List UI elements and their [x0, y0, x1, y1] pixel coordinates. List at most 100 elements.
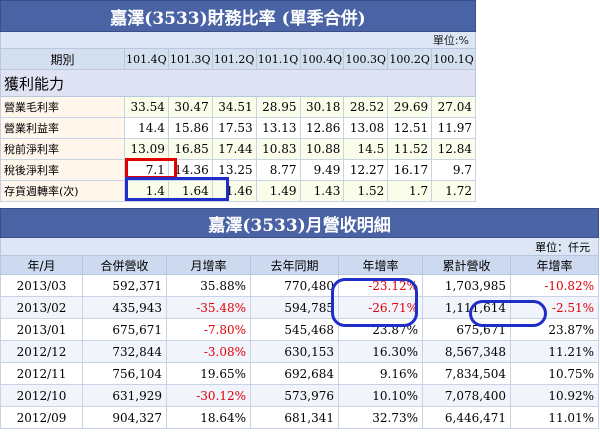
revenue-value: 732,844	[82, 340, 167, 363]
revenue-value: 7,078,400	[422, 384, 511, 407]
ratio-value: 11.52	[387, 138, 433, 160]
ratio-value: 13.08	[343, 117, 389, 139]
column-header: 年增率	[509, 255, 600, 275]
revenue-value: 1,703,985	[422, 274, 511, 297]
ratio-value: 1.52	[343, 180, 389, 202]
month-cell: 2012/11	[0, 362, 83, 385]
revenue-value: 594,785	[250, 296, 339, 319]
period-header: 100.3Q	[343, 48, 389, 70]
revenue-value: 11.21%	[509, 340, 600, 363]
column-header: 去年同期	[250, 255, 339, 275]
revenue-value: 10.10%	[338, 384, 423, 407]
section-heading: 獲利能力	[0, 69, 476, 97]
ratio-value: 1.72	[431, 180, 476, 202]
revenue-value: 692,684	[250, 362, 339, 385]
revenue-value: 6,446,471	[422, 406, 511, 429]
revenue-header-row: 年/月 合併營收 月增率 去年同期 年增率 累計營收 年增率	[0, 255, 600, 275]
ratio-value: 17.53	[211, 117, 257, 139]
period-header: 101.2Q	[211, 48, 257, 70]
period-header: 100.2Q	[387, 48, 433, 70]
highlight-oval-yoy	[331, 278, 418, 327]
ratio-value: 11.97	[431, 117, 476, 139]
ratio-value: 27.04	[431, 96, 476, 118]
month-cell: 2013/03	[0, 274, 83, 297]
period-header: 100.1Q	[431, 48, 476, 70]
revenue-value: 10.75%	[509, 362, 600, 385]
ratio-value: 33.54	[124, 96, 169, 118]
ratio-row-label: 稅後淨利率	[0, 159, 125, 181]
ratio-row: 稅後淨利率 7.1 14.36 13.25 8.77 9.49 12.27 16.17 9.7	[0, 159, 476, 181]
revenue-value: 675,671	[82, 318, 167, 341]
revenue-value: -35.48%	[166, 296, 251, 319]
revenue-value: 35.88%	[166, 274, 251, 297]
revenue-value: -30.12%	[166, 384, 251, 407]
revenue-value: 631,929	[82, 384, 167, 407]
revenue-value: 545,468	[250, 318, 339, 341]
ratio-value: 13.13	[255, 117, 301, 139]
period-header: 101.1Q	[255, 48, 301, 70]
ratio-value: 1.7	[387, 180, 433, 202]
revenue-value: 8,567,348	[422, 340, 511, 363]
revenue-value: 7,834,504	[422, 362, 511, 385]
revenue-value: -7.80%	[166, 318, 251, 341]
month-cell: 2013/01	[0, 318, 83, 341]
ratio-value: 14.4	[124, 117, 169, 139]
revenue-value: 18.64%	[166, 406, 251, 429]
revenue-value: 11.01%	[509, 406, 600, 429]
revenue-row: 2012/09 904,327 18.64% 681,341 32.73% 6,446,4…	[0, 406, 600, 429]
financial-ratio-table: 嘉澤(3533)財務比率 (單季合併) 單位:% 期別 101.4Q 101.3…	[0, 0, 476, 202]
ratio-value: 10.83	[255, 138, 301, 160]
revenue-value: 16.30%	[338, 340, 423, 363]
ratio-value: 12.27	[343, 159, 389, 181]
month-cell: 2012/09	[0, 406, 83, 429]
month-cell: 2013/02	[0, 296, 83, 319]
revenue-row: 2012/10 631,929 -30.12% 573,976 10.10% 7,078,…	[0, 384, 600, 407]
revenue-unit-label: 單位：仟元	[0, 237, 600, 256]
revenue-value: -3.08%	[166, 340, 251, 363]
month-cell: 2012/12	[0, 340, 83, 363]
period-header: 101.3Q	[167, 48, 213, 70]
ratio-value: 13.09	[124, 138, 169, 160]
ratio-row: 存貨週轉率(次) 1.4 1.64 1.46 1.49 1.43 1.52 1.7 1.72	[0, 180, 476, 202]
ratio-row-label: 稅前淨利率	[0, 138, 125, 160]
ratio-value: 34.51	[211, 96, 257, 118]
period-header: 101.4Q	[124, 48, 169, 70]
ratio-value: 1.43	[299, 180, 345, 202]
ratio-value: 16.17	[387, 159, 433, 181]
column-header: 月增率	[166, 255, 251, 275]
ratio-value: 8.77	[255, 159, 301, 181]
revenue-value: 10.92%	[509, 384, 600, 407]
ratio-value: 12.84	[431, 138, 476, 160]
ratio-value: 29.69	[387, 96, 433, 118]
ratio-value: 9.49	[299, 159, 345, 181]
period-header: 100.4Q	[299, 48, 345, 70]
revenue-value: 681,341	[250, 406, 339, 429]
ratio-value: 17.44	[211, 138, 257, 160]
highlight-box-blue	[125, 177, 229, 201]
ratio-table-title: 嘉澤(3533)財務比率 (單季合併)	[0, 0, 476, 32]
ratio-value: 1.49	[255, 180, 301, 202]
revenue-value: 435,943	[82, 296, 167, 319]
ratio-row: 營業利益率 14.4 15.86 17.53 13.13 12.86 13.08 12.51 1…	[0, 117, 476, 139]
ratio-row-label: 存貨週轉率(次)	[0, 180, 125, 202]
revenue-table-title: 嘉澤(3533)月營收明細	[0, 208, 600, 238]
ratio-value: 12.86	[299, 117, 345, 139]
ratio-value: 30.18	[299, 96, 345, 118]
column-header: 合併營收	[82, 255, 167, 275]
ratio-value: 30.47	[167, 96, 213, 118]
ratio-value: 9.7	[431, 159, 476, 181]
highlight-oval-cumulative	[469, 300, 547, 327]
column-header: 累計營收	[422, 255, 511, 275]
revenue-value: 630,153	[250, 340, 339, 363]
ratio-value: 28.95	[255, 96, 301, 118]
month-cell: 2012/10	[0, 384, 83, 407]
revenue-value: 19.65%	[166, 362, 251, 385]
revenue-row: 2012/12 732,844 -3.08% 630,153 16.30% 8,567,3…	[0, 340, 600, 363]
ratio-value: 15.86	[167, 117, 213, 139]
ratio-value: 10.88	[299, 138, 345, 160]
highlight-box-red	[125, 158, 177, 179]
period-label: 期別	[0, 48, 125, 70]
ratio-row: 稅前淨利率 13.09 16.85 17.44 10.83 10.88 14.5 11.52 1…	[0, 138, 476, 160]
revenue-value: 904,327	[82, 406, 167, 429]
revenue-value: 573,976	[250, 384, 339, 407]
